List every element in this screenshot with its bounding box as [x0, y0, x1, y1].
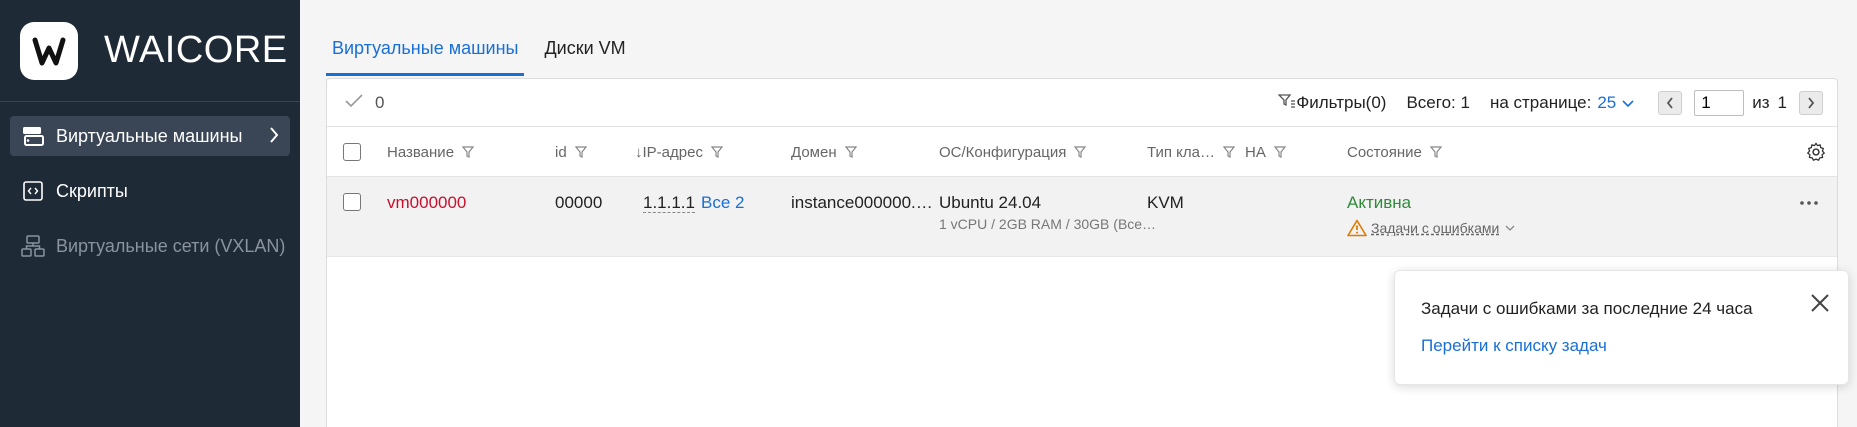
sidebar-item-label: Виртуальные машины: [56, 125, 243, 146]
ip-all-link[interactable]: Все 2: [701, 193, 744, 212]
table-settings-button[interactable]: [1805, 127, 1827, 177]
tab-virtual-machines[interactable]: Виртуальные машины: [326, 38, 525, 76]
main-content: Виртуальные машины Диски VM 0 Фильтры(0)…: [300, 0, 1857, 427]
close-icon: [1811, 294, 1829, 312]
waicore-logo-icon: [32, 37, 66, 65]
server-icon: [20, 123, 46, 149]
sidebar-nav: Виртуальные машины Скрипты Виртуальные с…: [0, 102, 300, 266]
toolbar-right: Фильтры(0) Всего: 1 на странице: 25 1 из…: [1277, 79, 1823, 127]
select-all-checkbox[interactable]: [343, 143, 361, 161]
filter-icon[interactable]: [462, 146, 475, 158]
filter-icon[interactable]: [1429, 146, 1442, 158]
page-number-input[interactable]: [1694, 90, 1745, 116]
row-checkbox[interactable]: [343, 193, 361, 211]
popover-title: Задачи с ошибками за последние 24 часа: [1421, 299, 1753, 318]
vm-type: KVM: [1147, 193, 1184, 212]
gear-icon: [1807, 142, 1825, 161]
sidebar-item-label: Скрипты: [56, 180, 128, 201]
table-row[interactable]: vm000000 00000 1.1.1.1 Все 2 instance0000…: [327, 177, 1837, 257]
chevron-down-icon: [1505, 225, 1515, 231]
vm-config: 1 vCPU / 2GB RAM / 30GB (Все…: [939, 216, 1157, 232]
per-page-selector[interactable]: на странице: 25: [1490, 93, 1634, 113]
sidebar: WAICORE Виртуальные машины Скрипты Вирту…: [0, 0, 300, 427]
column-header-domain[interactable]: Домен: [791, 127, 857, 177]
sidebar-item-scripts[interactable]: Скрипты: [10, 171, 290, 211]
column-header-ip[interactable]: ↓ IP-адрес: [635, 127, 723, 177]
script-icon: [20, 178, 46, 204]
table-toolbar: 0 Фильтры(0) Всего: 1 на странице: 25 1 …: [327, 79, 1837, 127]
filter-icon[interactable]: [1273, 146, 1286, 158]
chevron-right-icon: [268, 125, 280, 150]
per-page-label: на странице:: [1489, 93, 1592, 112]
app-root: WAICORE Виртуальные машины Скрипты Вирту…: [0, 0, 1857, 427]
selection-counter: 0: [345, 93, 384, 113]
filters-label: Фильтры(0): [1296, 93, 1387, 112]
network-icon: [20, 233, 46, 259]
task-list-link[interactable]: Перейти к списку задач: [1421, 336, 1607, 356]
brand: WAICORE: [0, 0, 300, 102]
vm-state-cell: Активна Задачи с ошибками: [1347, 193, 1515, 237]
tab-vm-disks[interactable]: Диски VM: [538, 38, 631, 76]
page-of-label: из: [1752, 93, 1770, 112]
chevron-right-icon: [1808, 97, 1815, 109]
filter-icon[interactable]: [844, 146, 857, 158]
brand-name: WAICORE: [104, 29, 288, 71]
column-header-os[interactable]: ОС/Конфигурация: [939, 127, 1087, 177]
chevron-down-icon: [1622, 93, 1634, 113]
vm-ip-cell: 1.1.1.1 Все 2: [643, 193, 744, 213]
brand-logo[interactable]: [20, 21, 78, 80]
table-header: Название id ↓ IP-адрес Домен ОС/Конфигур…: [327, 127, 1837, 177]
sort-desc-icon: ↓: [635, 143, 643, 161]
sidebar-item-label: Виртуальные сети (VXLAN): [56, 235, 286, 256]
filter-icon: [1277, 93, 1296, 114]
prev-page-button[interactable]: [1658, 91, 1683, 115]
chevron-left-icon: [1667, 97, 1673, 109]
filter-icon[interactable]: [710, 146, 723, 158]
vm-os: Ubuntu 24.04: [939, 193, 1042, 212]
vm-id: 00000: [555, 193, 603, 212]
vm-ip[interactable]: 1.1.1.1: [643, 193, 695, 213]
column-header-ha[interactable]: HA: [1245, 127, 1286, 177]
popover-close-button[interactable]: [1810, 293, 1830, 318]
column-header-id[interactable]: id: [555, 127, 587, 177]
per-page-value: 25: [1597, 93, 1617, 112]
tab-bar: Виртуальные машины Диски VM: [300, 0, 1857, 76]
filter-icon[interactable]: [1074, 146, 1087, 158]
sidebar-item-virtual-machines[interactable]: Виртуальные машины: [10, 116, 290, 156]
page-total: 1: [1777, 93, 1787, 112]
next-page-button[interactable]: [1799, 91, 1823, 115]
column-header-type[interactable]: Тип кла…: [1147, 127, 1235, 177]
selected-count: 0: [375, 92, 385, 112]
vm-domain: instance000000.…: [791, 193, 933, 212]
filters-button[interactable]: Фильтры(0): [1277, 93, 1387, 114]
error-tasks-toggle[interactable]: Задачи с ошибками: [1347, 219, 1515, 237]
checkmark-icon: [345, 93, 363, 113]
error-tasks-label: Задачи с ошибками: [1371, 220, 1500, 236]
filter-icon[interactable]: [1223, 146, 1235, 158]
error-tasks-popover: Задачи с ошибками за последние 24 часа П…: [1394, 270, 1849, 385]
sidebar-item-virtual-networks[interactable]: Виртуальные сети (VXLAN): [10, 226, 290, 266]
status-badge: Активна: [1347, 193, 1412, 212]
more-horizontal-icon: [1800, 201, 1818, 205]
filter-icon[interactable]: [574, 146, 587, 158]
warning-icon: [1347, 219, 1367, 237]
row-actions-button[interactable]: [1799, 191, 1819, 211]
total-count: Всего: 1: [1406, 93, 1470, 112]
column-header-state[interactable]: Состояние: [1347, 127, 1442, 177]
vm-name-link[interactable]: vm000000: [387, 193, 466, 213]
column-header-name[interactable]: Название: [387, 127, 475, 177]
